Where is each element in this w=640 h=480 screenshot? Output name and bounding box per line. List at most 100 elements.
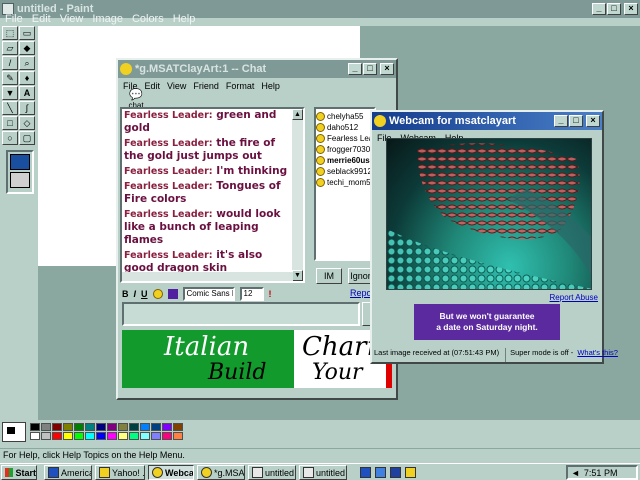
chat-message-sender[interactable]: Fearless Leader: xyxy=(124,181,213,192)
start-button[interactable]: Start xyxy=(1,465,37,480)
palette-swatch[interactable] xyxy=(162,423,172,431)
tray-app-2-icon[interactable] xyxy=(375,467,386,478)
im-button[interactable]: IM xyxy=(316,268,342,284)
task-untitled-2[interactable]: untitled -... xyxy=(299,465,347,480)
palette-swatch[interactable] xyxy=(129,423,139,431)
eraser-tool-icon[interactable]: ▱ xyxy=(2,41,18,55)
chat-menu-format[interactable]: Format xyxy=(226,81,255,91)
option-2-icon[interactable] xyxy=(10,172,30,188)
chat-menu-view[interactable]: View xyxy=(167,81,186,91)
airbrush-tool-icon[interactable]: ▼ xyxy=(2,86,18,100)
chat-close-button[interactable]: × xyxy=(380,63,394,75)
chat-message-sender[interactable]: Fearless Leader: xyxy=(124,166,213,177)
rect-select-tool-icon[interactable]: ▭ xyxy=(19,26,35,40)
webcam-close-button[interactable]: × xyxy=(586,115,600,127)
free-select-tool-icon[interactable]: ⬚ xyxy=(2,26,18,40)
task-america[interactable]: America ... xyxy=(44,465,92,480)
palette-swatch[interactable] xyxy=(74,423,84,431)
brush-tool-icon[interactable]: ♦ xyxy=(19,71,35,85)
chat-titlebar[interactable]: *g.MSATClayArt:1 -- Chat _ □ × xyxy=(118,60,396,78)
rounded-rect-tool-icon[interactable]: ▢ xyxy=(19,131,35,145)
pencil-tool-icon[interactable]: ✎ xyxy=(2,71,18,85)
palette-swatch[interactable] xyxy=(52,423,62,431)
task-webcam[interactable]: Webca... xyxy=(148,465,194,480)
font-select[interactable]: Comic Sans MS xyxy=(182,287,235,301)
picker-tool-icon[interactable]: / xyxy=(2,56,18,70)
palette-swatch[interactable] xyxy=(129,432,139,440)
palette-swatch[interactable] xyxy=(41,423,51,431)
user-list-item[interactable]: techi_mom56 xyxy=(316,177,374,188)
tray-app-4-icon[interactable] xyxy=(405,467,416,478)
curve-tool-icon[interactable]: ∫ xyxy=(19,101,35,115)
palette-swatch[interactable] xyxy=(140,423,150,431)
user-list-item[interactable]: seblack99123 xyxy=(316,166,374,177)
palette-swatch[interactable] xyxy=(107,423,117,431)
chat-menu-friend[interactable]: Friend xyxy=(193,81,219,91)
chat-minimize-button[interactable]: _ xyxy=(348,63,362,75)
chat-messages-pane[interactable]: Fearless Leader: green and gold Fearless … xyxy=(120,107,305,283)
magnifier-tool-icon[interactable]: ⌕ xyxy=(19,56,35,70)
user-list-item[interactable]: daho512 xyxy=(316,122,374,133)
alert-icon[interactable]: ! xyxy=(269,289,272,299)
palette-swatch[interactable] xyxy=(173,423,183,431)
webcam-maximize-button[interactable]: □ xyxy=(569,115,583,127)
chat-message-sender[interactable]: Fearless Leader: xyxy=(124,209,213,220)
current-colors[interactable] xyxy=(2,422,26,442)
palette-swatch[interactable] xyxy=(173,432,183,440)
line-tool-icon[interactable]: ╲ xyxy=(2,101,18,115)
chat-hscrollbar[interactable] xyxy=(122,272,293,281)
webcam-ad-banner[interactable]: But we won't guarantee a date on Saturda… xyxy=(414,304,560,340)
paint-close-button[interactable]: × xyxy=(624,3,638,15)
palette-swatch[interactable] xyxy=(118,432,128,440)
word-icon[interactable] xyxy=(390,467,401,478)
tool-options-panel[interactable] xyxy=(6,150,34,194)
paint-menu-file[interactable]: File xyxy=(5,13,23,25)
clock[interactable]: 7:51 PM xyxy=(584,468,618,478)
chat-menu-help[interactable]: Help xyxy=(261,81,280,91)
palette-swatch[interactable] xyxy=(74,432,84,440)
rectangle-tool-icon[interactable]: □ xyxy=(2,116,18,130)
chat-message-sender[interactable]: Fearless Leader: xyxy=(124,110,213,121)
user-list-item[interactable]: frogger70301 xyxy=(316,144,374,155)
palette-swatch[interactable] xyxy=(151,423,161,431)
italic-button[interactable]: I xyxy=(134,289,137,299)
palette-swatch[interactable] xyxy=(63,432,73,440)
whats-this-link[interactable]: What's this? xyxy=(577,348,618,362)
report-abuse-link[interactable]: Report Abuse xyxy=(550,293,598,302)
palette-swatch[interactable] xyxy=(85,432,95,440)
task-chat[interactable]: *g.MSAT... xyxy=(197,465,245,480)
palette-swatch[interactable] xyxy=(30,423,40,431)
size-select[interactable]: 12 xyxy=(239,287,264,301)
paint-menu-colors[interactable]: Colors xyxy=(132,13,164,25)
paint-menu-view[interactable]: View xyxy=(60,13,84,25)
palette-swatch[interactable] xyxy=(52,432,62,440)
bold-button[interactable]: B xyxy=(122,289,129,299)
user-list-item[interactable]: merrie60us xyxy=(316,155,374,166)
palette-swatch[interactable] xyxy=(96,432,106,440)
chat-messages-scrollbar[interactable]: ▲ ▼ xyxy=(292,109,303,281)
chat-message-sender[interactable]: Fearless Leader: xyxy=(124,138,213,149)
fill-tool-icon[interactable]: ◆ xyxy=(19,41,35,55)
palette-swatch[interactable] xyxy=(63,423,73,431)
polygon-tool-icon[interactable]: ◇ xyxy=(19,116,35,130)
paint-menu-edit[interactable]: Edit xyxy=(32,13,51,25)
chat-message-sender[interactable]: Fearless Leader: xyxy=(124,250,213,261)
tray-app-1-icon[interactable] xyxy=(360,467,371,478)
palette-swatch[interactable] xyxy=(162,432,172,440)
paint-menu-help[interactable]: Help xyxy=(173,13,196,25)
paint-minimize-button[interactable]: _ xyxy=(592,3,606,15)
paint-menu-image[interactable]: Image xyxy=(92,13,123,25)
palette-swatch[interactable] xyxy=(85,423,95,431)
volume-icon[interactable]: ◄ xyxy=(571,468,580,478)
user-list-item[interactable]: chelyha55 xyxy=(316,111,374,122)
task-untitled-1[interactable]: untitled -... xyxy=(248,465,296,480)
paint-maximize-button[interactable]: □ xyxy=(607,3,621,15)
ellipse-tool-icon[interactable]: ○ xyxy=(2,131,18,145)
chat-input[interactable] xyxy=(122,302,360,326)
palette-swatch[interactable] xyxy=(107,432,117,440)
chat-maximize-button[interactable]: □ xyxy=(363,63,377,75)
option-1-icon[interactable] xyxy=(10,154,30,170)
chat-ad-banner[interactable]: Italian Build Charm Your xyxy=(122,330,392,388)
palette-swatch[interactable] xyxy=(41,432,51,440)
webcam-minimize-button[interactable]: _ xyxy=(554,115,568,127)
